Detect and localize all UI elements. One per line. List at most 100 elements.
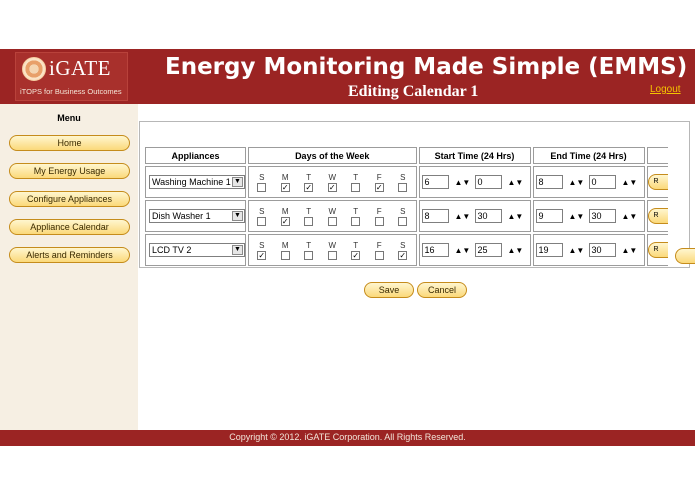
end-minute-input[interactable]: 30: [588, 209, 616, 223]
logo-emblem-icon: [22, 57, 46, 81]
day-checkbox-tue[interactable]: [304, 250, 314, 260]
copyright-text: Copyright © 2012. iGATE Corporation. All…: [229, 432, 466, 442]
day-checkbox-sun[interactable]: [257, 216, 267, 226]
start-hour-input[interactable]: 16: [421, 243, 449, 257]
row-remove-button[interactable]: R: [647, 174, 668, 190]
spinner-arrows-icon[interactable]: ▲▼: [622, 212, 638, 220]
add-row-button[interactable]: [675, 248, 695, 264]
start-time-cell: 16 ▲▼ 25 ▲▼: [418, 234, 531, 266]
day-label: F: [376, 240, 382, 250]
cancel-button[interactable]: Cancel: [417, 282, 467, 298]
end-minute-input[interactable]: 0: [588, 175, 616, 189]
start-minute-input[interactable]: 30: [474, 209, 502, 223]
menu-title: Menu: [57, 113, 81, 123]
day-label: M: [281, 172, 289, 182]
appliance-select[interactable]: Dish Washer 1 ▼: [149, 209, 245, 223]
save-button[interactable]: Save: [364, 282, 414, 298]
spinner-arrows-icon[interactable]: ▲▼: [455, 212, 471, 220]
day-checkbox-fri[interactable]: [374, 216, 384, 226]
day-checkbox-sun[interactable]: ✓: [257, 250, 267, 260]
appliance-select[interactable]: Washing Machine 1 ▼: [149, 175, 245, 189]
day-checkbox-sun[interactable]: [257, 182, 267, 192]
sidebar-item-alerts-and-reminders[interactable]: Alerts and Reminders: [9, 247, 130, 263]
start-minute-spinner[interactable]: 0 ▲▼: [474, 175, 528, 189]
end-hour-spinner[interactable]: 9 ▲▼: [535, 209, 589, 223]
day-checkbox-wed[interactable]: [327, 216, 337, 226]
end-hour-spinner[interactable]: 8 ▲▼: [535, 175, 589, 189]
day-label: T: [353, 240, 359, 250]
end-hour-input[interactable]: 9: [535, 209, 563, 223]
spinner-arrows-icon[interactable]: ▲▼: [569, 246, 585, 254]
day-checkbox-tue[interactable]: ✓: [304, 182, 314, 192]
page: iGATE iTOPS for Business Outcomes Energy…: [0, 0, 695, 494]
row-action-cell: R: [646, 200, 668, 232]
day-checkbox-tue[interactable]: [304, 216, 314, 226]
days-cell: S M ✓ T ✓ W ✓ T F ✓ S: [248, 166, 417, 198]
day-checkbox-sat[interactable]: ✓: [398, 250, 408, 260]
end-hour-input[interactable]: 8: [535, 175, 563, 189]
day-label: F: [376, 172, 382, 182]
day-checkbox-thu[interactable]: ✓: [351, 250, 361, 260]
start-minute-input[interactable]: 0: [474, 175, 502, 189]
start-minute-spinner[interactable]: 30 ▲▼: [474, 209, 528, 223]
day-label: W: [328, 240, 337, 250]
sidebar-item-appliance-calendar[interactable]: Appliance Calendar: [9, 219, 130, 235]
day-checkbox-mon[interactable]: ✓: [280, 182, 290, 192]
day-checkbox-fri[interactable]: ✓: [374, 182, 384, 192]
col-header-days: Days of the Week: [248, 147, 417, 164]
spinner-arrows-icon[interactable]: ▲▼: [569, 178, 585, 186]
end-minute-input[interactable]: 30: [588, 243, 616, 257]
end-hour-spinner[interactable]: 19 ▲▼: [535, 243, 589, 257]
dropdown-arrow-icon: ▼: [232, 211, 243, 221]
spinner-arrows-icon[interactable]: ▲▼: [508, 178, 524, 186]
sidebar-item-configure-appliances[interactable]: Configure Appliances: [9, 191, 130, 207]
day-checkbox-thu[interactable]: [351, 216, 361, 226]
sidebar-item-my-energy-usage[interactable]: My Energy Usage: [9, 163, 130, 179]
row-remove-button[interactable]: R: [647, 208, 668, 224]
start-hour-spinner[interactable]: 8 ▲▼: [421, 209, 475, 223]
appliance-select[interactable]: LCD TV 2 ▼: [149, 243, 245, 257]
spinner-arrows-icon[interactable]: ▲▼: [508, 246, 524, 254]
logout-link[interactable]: Logout: [650, 84, 681, 95]
end-minute-spinner[interactable]: 30 ▲▼: [588, 209, 642, 223]
end-minute-spinner[interactable]: 0 ▲▼: [588, 175, 642, 189]
day-label: T: [306, 206, 312, 216]
day-checkbox-mon[interactable]: ✓: [280, 216, 290, 226]
start-minute-input[interactable]: 25: [474, 243, 502, 257]
spinner-arrows-icon[interactable]: ▲▼: [508, 212, 524, 220]
sidebar-item-home[interactable]: Home: [9, 135, 130, 151]
end-minute-spinner[interactable]: 30 ▲▼: [588, 243, 642, 257]
appliance-cell: Dish Washer 1 ▼: [145, 200, 246, 232]
footer-bar: Copyright © 2012. iGATE Corporation. All…: [0, 430, 695, 446]
table-header-row: Appliances Days of the Week Start Time (…: [145, 147, 668, 164]
day-label: F: [376, 206, 382, 216]
row-remove-button[interactable]: R: [647, 242, 668, 258]
start-minute-spinner[interactable]: 25 ▲▼: [474, 243, 528, 257]
day-label: T: [306, 172, 312, 182]
start-hour-input[interactable]: 6: [421, 175, 449, 189]
end-hour-input[interactable]: 19: [535, 243, 563, 257]
day-checkbox-sat[interactable]: [398, 182, 408, 192]
day-checkbox-thu[interactable]: [351, 182, 361, 192]
start-hour-spinner[interactable]: 16 ▲▼: [421, 243, 475, 257]
day-checkbox-fri[interactable]: [374, 250, 384, 260]
schedule-grid: Appliances Days of the Week Start Time (…: [143, 145, 668, 268]
start-hour-input[interactable]: 8: [421, 209, 449, 223]
day-label: M: [281, 240, 289, 250]
col-header-start-time: Start Time (24 Hrs): [418, 147, 531, 164]
day-label: S: [400, 206, 406, 216]
day-checkbox-sat[interactable]: [398, 216, 408, 226]
spinner-arrows-icon[interactable]: ▲▼: [455, 178, 471, 186]
start-hour-spinner[interactable]: 6 ▲▼: [421, 175, 475, 189]
day-checkbox-mon[interactable]: [280, 250, 290, 260]
spinner-arrows-icon[interactable]: ▲▼: [622, 246, 638, 254]
spinner-arrows-icon[interactable]: ▲▼: [569, 212, 585, 220]
spinner-arrows-icon[interactable]: ▲▼: [622, 178, 638, 186]
sidebar: Menu Home My Energy Usage Configure Appl…: [0, 104, 138, 430]
day-checkbox-wed[interactable]: ✓: [327, 182, 337, 192]
igate-logo: iGATE iTOPS for Business Outcomes: [15, 52, 128, 101]
day-checkbox-wed[interactable]: [327, 250, 337, 260]
appliance-cell: Washing Machine 1 ▼: [145, 166, 246, 198]
days-cell: S ✓ M T W T ✓ F S ✓: [248, 234, 417, 266]
spinner-arrows-icon[interactable]: ▲▼: [455, 246, 471, 254]
